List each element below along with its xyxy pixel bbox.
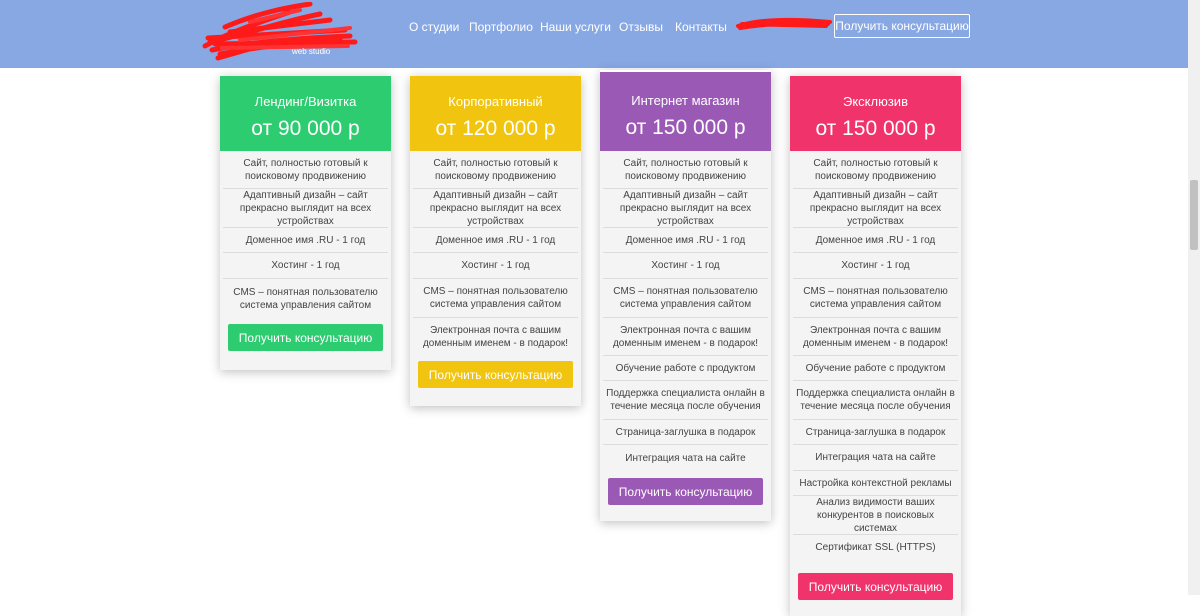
feature-item: Сайт, полностью готовый к поисковому про… [603,151,768,189]
feature-item: Хостинг - 1 год [223,253,388,279]
feature-item: Доменное имя .RU - 1 год [793,228,958,253]
phone-redacted-scribble [736,17,832,30]
feature-item: CMS – понятная пользователю система упра… [233,286,378,311]
card-title: Лендинг/Визитка [254,94,357,109]
card-price: от 150 000 р [815,117,936,140]
feature-item: Страница-заглушка в подарок [603,420,768,445]
nav-item-reviews[interactable]: Отзывы [619,20,663,34]
pricing-card-eshop: Интернет магазин от 150 000 р Сайт, полн… [600,70,771,521]
card-price: от 90 000 р [251,117,360,140]
feature-item: Сайт, полностью готовый к поисковому про… [413,151,578,189]
card-title: Корпоративный [448,94,543,109]
scrollbar-thumb[interactable] [1190,180,1198,250]
pricing-card-exclusive: Эксклюзив от 150 000 р Сайт, полностью г… [790,76,961,616]
feature-item: Адаптивный дизайн – сайт прекрасно выгля… [413,189,578,228]
feature-item: Обучение работе с продуктом [603,356,768,381]
nav-item-contacts[interactable]: Контакты [675,20,727,34]
feature-item: Хостинг - 1 год [603,253,768,279]
feature-item: Адаптивный дизайн – сайт прекрасно выгля… [793,189,958,228]
nav-item-portfolio[interactable]: Портфолио [469,20,533,34]
card-header: Эксклюзив от 150 000 р [790,76,961,151]
card-header: Лендинг/Визитка от 90 000 р [220,76,391,151]
feature-item: Адаптивный дизайн – сайт прекрасно выгля… [223,189,388,228]
card-header: Интернет магазин от 150 000 р [600,70,771,151]
feature-item: Обучение работе с продуктом [793,356,958,381]
feature-item: Интеграция чата на сайте [793,445,958,471]
feature-item: Настройка контекстной рекламы [793,471,958,496]
feature-item: CMS – понятная пользователю система упра… [413,279,578,318]
card-price: от 120 000 р [435,117,556,140]
site-header: web studio О студии Портфолио Наши услуг… [0,0,1188,68]
feature-item: Сайт, полностью готовый к поисковому про… [223,151,388,189]
feature-item: Хостинг - 1 год [793,253,958,279]
feature-item: Страница-заглушка в подарок [793,420,958,445]
pricing-card-landing: Лендинг/Визитка от 90 000 р Сайт, полнос… [220,76,391,370]
feature-item: Доменное имя .RU - 1 год [413,228,578,253]
feature-item: CMS – понятная пользователю система упра… [603,279,768,318]
feature-item: Анализ видимости ваших конкурентов в пои… [793,496,958,535]
main-nav: О студии Портфолио Наши услуги Отзывы Ко… [0,0,1188,54]
feature-item: Адаптивный дизайн – сайт прекрасно выгля… [603,189,768,228]
nav-item-services[interactable]: Наши услуги [540,20,611,34]
feature-item: Хостинг - 1 год [413,253,578,279]
feature-list: Сайт, полностью готовый к поисковому про… [600,151,771,471]
feature-item: Сертификат SSL (HTTPS) [815,542,936,553]
feature-list: Сайт, полностью готовый к поисковому про… [220,151,391,318]
card-title: Интернет магазин [631,93,740,108]
feature-item: CMS – понятная пользователю система упра… [793,279,958,318]
page-scrollbar[interactable] [1188,0,1200,595]
feature-item: Электронная почта с вашим доменным имене… [603,318,768,356]
card-consultation-button[interactable]: Получить консультацию [798,573,953,600]
feature-list: Сайт, полностью готовый к поисковому про… [790,151,961,560]
card-consultation-button[interactable]: Получить консультацию [228,324,383,351]
card-title: Эксклюзив [843,94,908,109]
card-header: Корпоративный от 120 000 р [410,76,581,151]
card-consultation-button[interactable]: Получить консультацию [418,361,573,388]
feature-item: Интеграция чата на сайте [625,452,746,464]
feature-item: Поддержка специалиста онлайн в течение м… [603,381,768,420]
feature-item: Сайт, полностью готовый к поисковому про… [793,151,958,189]
feature-item: Поддержка специалиста онлайн в течение м… [793,381,958,420]
pricing-card-corporate: Корпоративный от 120 000 р Сайт, полност… [410,76,581,406]
nav-item-about[interactable]: О студии [409,20,459,34]
feature-item: Доменное имя .RU - 1 год [223,228,388,253]
feature-item: Доменное имя .RU - 1 год [603,228,768,253]
card-consultation-button[interactable]: Получить консультацию [608,478,763,505]
feature-item: Электронная почта с вашим доменным имене… [422,325,569,349]
header-consultation-button[interactable]: Получить консультацию [834,14,970,38]
feature-item: Электронная почта с вашим доменным имене… [793,318,958,356]
card-price: от 150 000 р [625,116,746,139]
feature-list: Сайт, полностью готовый к поисковому про… [410,151,581,356]
